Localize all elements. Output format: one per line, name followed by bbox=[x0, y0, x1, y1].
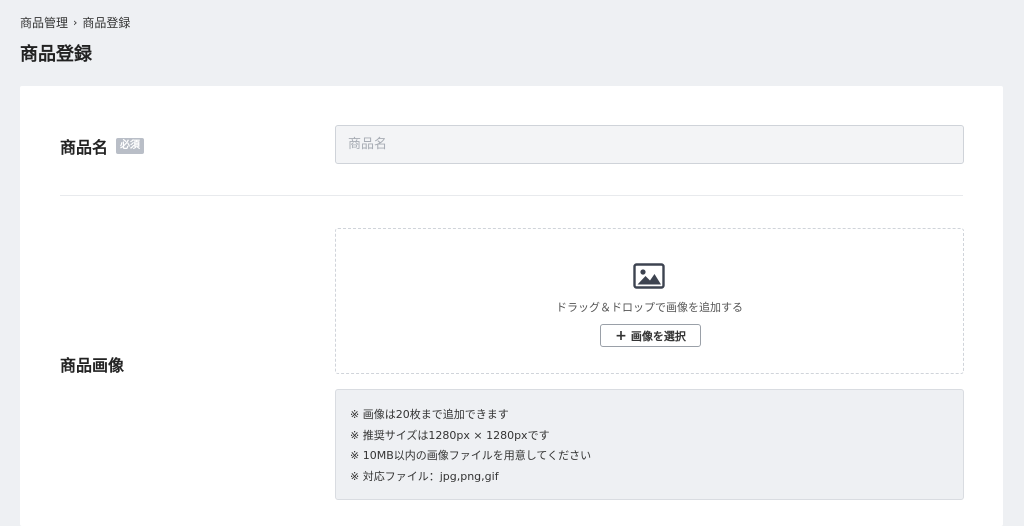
product-name-label: 商品名 必須 bbox=[60, 134, 145, 158]
image-note: ※ 画像は20枚まで追加できます bbox=[350, 408, 509, 421]
product-name-row: 商品名 必須 bbox=[60, 86, 964, 196]
product-form-card: 商品名 必須 商品画像 ドラッグ＆ドロップで画像を追加する + 画像を選択 ※ … bbox=[20, 86, 1003, 526]
image-dropzone[interactable]: ドラッグ＆ドロップで画像を追加する + 画像を選択 bbox=[335, 228, 964, 374]
page-title: 商品登録 bbox=[20, 44, 92, 65]
image-icon bbox=[633, 263, 665, 289]
breadcrumb-separator: › bbox=[73, 16, 78, 29]
image-note: ※ 推奨サイズは1280px × 1280pxです bbox=[350, 428, 550, 442]
breadcrumb-link-product-management[interactable]: 商品管理 bbox=[20, 14, 68, 31]
breadcrumb-current: 商品登録 bbox=[82, 16, 131, 30]
product-image-label-text: 商品画像 bbox=[60, 356, 125, 375]
image-note: ※ 10MB以内の画像ファイルを用意してください bbox=[350, 449, 592, 462]
product-name-input[interactable] bbox=[335, 125, 964, 164]
product-name-label-text: 商品名 bbox=[60, 138, 109, 157]
dropzone-text: ドラッグ＆ドロップで画像を追加する bbox=[556, 301, 743, 314]
required-badge: 必須 bbox=[116, 138, 145, 154]
plus-icon: + bbox=[615, 327, 627, 344]
breadcrumb: 商品管理 › 商品登録 bbox=[20, 14, 130, 31]
select-image-button-label: 画像を選択 bbox=[630, 329, 686, 343]
product-image-label: 商品画像 bbox=[60, 352, 124, 376]
image-note: ※ 対応ファイル：jpg,png,gif bbox=[350, 469, 499, 483]
image-notes: ※ 画像は20枚まで追加できます ※ 推奨サイズは1280px × 1280px… bbox=[335, 389, 964, 500]
select-image-button[interactable]: + 画像を選択 bbox=[600, 324, 701, 347]
